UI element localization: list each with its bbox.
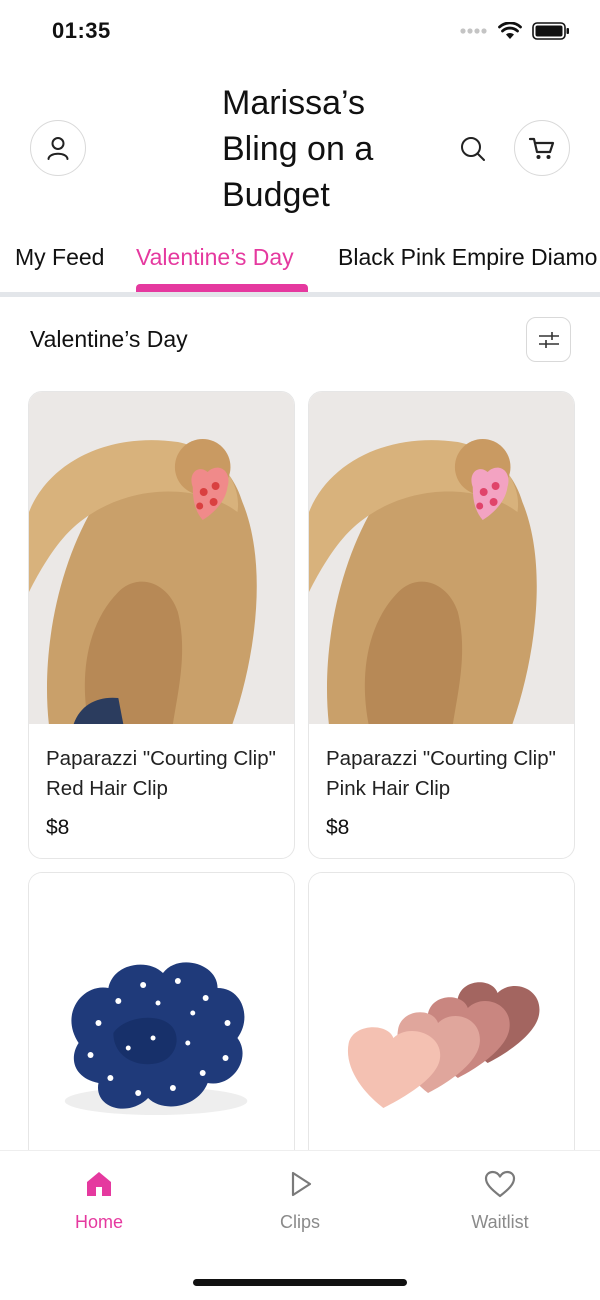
product-name: Paparazzi "Courting Clip" Pink Hair Clip bbox=[326, 747, 556, 800]
product-card[interactable] bbox=[28, 872, 295, 1172]
filter-button[interactable] bbox=[526, 317, 571, 362]
nav-clips[interactable]: Clips bbox=[240, 1169, 360, 1233]
nav-clips-label: Clips bbox=[279, 1212, 320, 1232]
product-image bbox=[29, 392, 294, 724]
signal-dots-icon bbox=[460, 28, 487, 34]
battery-icon bbox=[532, 22, 569, 40]
active-tab-indicator bbox=[136, 284, 308, 292]
nav-home-label: Home bbox=[74, 1212, 123, 1232]
home-icon bbox=[87, 1172, 111, 1196]
product-card[interactable] bbox=[308, 872, 575, 1172]
cart-button[interactable] bbox=[514, 120, 570, 176]
sliders-icon bbox=[538, 331, 559, 348]
tab-black-pink-empire[interactable]: Black Pink Empire Diamo bbox=[338, 244, 597, 271]
product-price: $8 bbox=[46, 816, 70, 839]
tabs-divider bbox=[0, 292, 600, 297]
product-price: $8 bbox=[326, 816, 350, 839]
status-time: 01:35 bbox=[52, 18, 111, 43]
tab-my-feed[interactable]: My Feed bbox=[15, 244, 104, 271]
shop-title: Marissa’s Bling on a Budget bbox=[222, 84, 374, 214]
search-icon bbox=[461, 137, 485, 161]
section-title: Valentine’s Day bbox=[30, 326, 188, 352]
bottom-navigation: Home Clips Waitlist bbox=[0, 1150, 600, 1300]
home-indicator bbox=[193, 1279, 407, 1286]
wifi-icon bbox=[498, 22, 522, 39]
cart-icon bbox=[528, 137, 555, 159]
heart-icon bbox=[484, 1170, 516, 1198]
nav-waitlist[interactable]: Waitlist bbox=[440, 1169, 560, 1233]
search-button[interactable] bbox=[458, 134, 488, 164]
profile-button[interactable] bbox=[30, 120, 86, 176]
user-icon bbox=[47, 137, 69, 160]
nav-home[interactable]: Home bbox=[39, 1169, 159, 1233]
product-card[interactable]: Paparazzi "Courting Clip" Pink Hair Clip… bbox=[308, 391, 575, 859]
nav-waitlist-label: Waitlist bbox=[471, 1212, 529, 1232]
product-card[interactable]: Paparazzi "Courting Clip" Red Hair Clip … bbox=[28, 391, 295, 859]
product-image bbox=[29, 873, 294, 1172]
product-image bbox=[309, 392, 574, 724]
product-image bbox=[309, 873, 574, 1172]
tab-valentines-day[interactable]: Valentine’s Day bbox=[136, 244, 294, 271]
play-icon bbox=[291, 1171, 312, 1197]
product-name: Paparazzi "Courting Clip" Red Hair Clip bbox=[46, 747, 276, 800]
category-tabs: My Feed Valentine’s Day Black Pink Empir… bbox=[0, 236, 600, 296]
status-icons bbox=[460, 22, 570, 40]
